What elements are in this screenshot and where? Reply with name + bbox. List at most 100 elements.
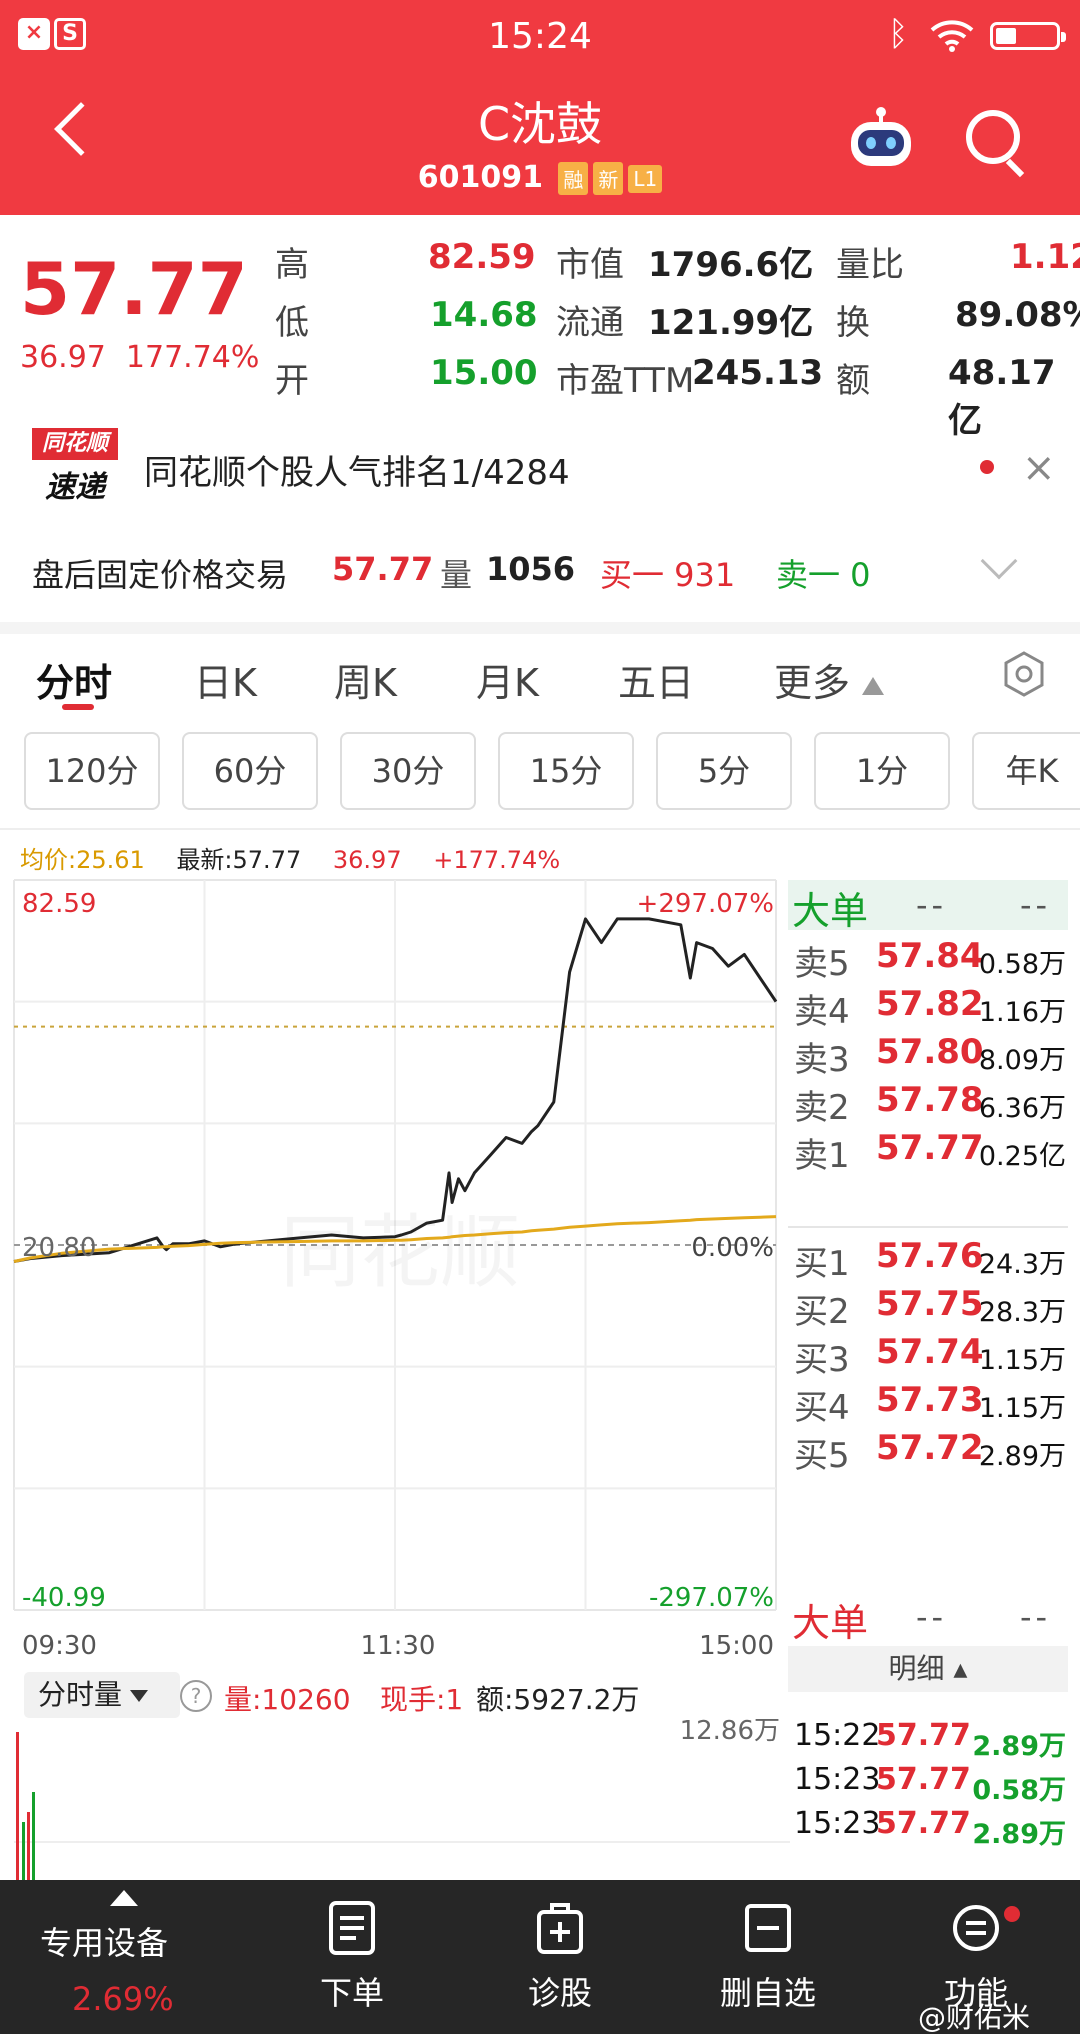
trade-time: 15:23 <box>794 1806 881 1841</box>
watermark-logo: 同花顺 <box>280 1208 520 1297</box>
divider <box>788 1226 1068 1228</box>
trade-volume: 2.89万 <box>972 1819 1066 1850</box>
detail-toggle[interactable]: 明细 ▴ <box>788 1646 1068 1692</box>
nav-diagnose[interactable]: 诊股 <box>460 1880 660 2034</box>
period-1m[interactable]: 1分 <box>814 732 950 810</box>
y-min-label: -40.99 <box>22 1583 106 1613</box>
level-volume: 0.25亿 <box>978 1141 1066 1172</box>
tag-l1: L1 <box>628 164 663 193</box>
period-60m[interactable]: 60分 <box>182 732 318 810</box>
big-order-header[interactable]: 大单 -- -- <box>788 880 1068 933</box>
clock: 15:24 <box>488 16 592 57</box>
period-year-k[interactable]: 年K <box>972 732 1080 810</box>
mcap-label: 市值 <box>556 245 624 285</box>
robot-assistant-icon[interactable] <box>846 104 916 170</box>
pe-label: 市盈TTM <box>556 361 695 401</box>
y-max-label: 82.59 <box>22 889 96 919</box>
level-volume: 1.15万 <box>978 1393 1066 1424</box>
level-label: 买5 <box>794 1436 850 1476</box>
level-volume: 24.3万 <box>978 1249 1066 1280</box>
news-text[interactable]: 同花顺个股人气排名1/4284 <box>144 445 570 494</box>
after-hours-vol: 1056 <box>486 550 576 588</box>
wifi-icon <box>930 20 974 52</box>
turnover-value: 89.08% <box>955 295 1080 335</box>
tab-daily-k[interactable]: 日K <box>194 652 257 707</box>
level-volume: 2.89万 <box>978 1441 1066 1472</box>
tab-monthly-k[interactable]: 月K <box>476 652 539 707</box>
period-5m[interactable]: 5分 <box>656 732 792 810</box>
x-start-label: 09:30 <box>22 1631 97 1661</box>
intraday-chart[interactable]: 同花顺 82.59 20.80 -40.99 +297.07% 0.00% -2… <box>0 870 790 1670</box>
news-banner[interactable]: 同花顺 速递 同花顺个股人气排名1/4284 × <box>0 415 1080 520</box>
divider <box>0 622 1080 634</box>
level-label: 卖3 <box>794 1040 850 1080</box>
level-volume: 0.58万 <box>978 949 1066 980</box>
period-120m[interactable]: 120分 <box>24 732 160 810</box>
big-order-header-2[interactable]: 大单 -- -- <box>788 1592 1068 1645</box>
triangle-up-icon <box>110 1890 138 1906</box>
level-label: 卖4 <box>794 992 850 1032</box>
tab-more[interactable]: 更多 <box>774 652 885 707</box>
after-hours-row[interactable]: 盘后固定价格交易 57.77 量 1056 买一 931 卖一 0 <box>0 520 1080 620</box>
close-icon[interactable]: × <box>1022 445 1056 491</box>
level-price: 57.74 <box>876 1332 984 1372</box>
level-price: 57.80 <box>876 1032 984 1072</box>
pe-value: 245.13 <box>692 353 824 393</box>
trade-row: 15:23 57.77 2.89万 <box>788 1806 1080 1866</box>
after-hours-sell1: 卖一 0 <box>776 556 871 594</box>
after-hours-vol-label: 量 <box>440 556 473 594</box>
level-label: 买4 <box>794 1388 850 1428</box>
float-value: 121.99亿 <box>648 303 814 343</box>
stock-code: 601091 <box>417 160 543 195</box>
trade-volume: 2.89万 <box>972 1731 1066 1762</box>
tab-intraday[interactable]: 分时 <box>36 652 112 707</box>
trade-time: 15:23 <box>794 1762 881 1797</box>
volratio-value: 1.12 <box>1010 237 1080 277</box>
low-label: 低 <box>275 303 309 343</box>
nav-remove-watch[interactable]: 删自选 <box>668 1880 868 2034</box>
sell-level-row[interactable]: 卖1 57.77 0.25亿 <box>788 1128 1080 1188</box>
volratio-label: 量比 <box>836 245 904 285</box>
period-15m[interactable]: 15分 <box>498 732 634 810</box>
after-hours-price: 57.77 <box>332 550 434 588</box>
tag-new: 新 <box>593 162 624 195</box>
period-30m[interactable]: 30分 <box>340 732 476 810</box>
prev-close-label: 20.80 <box>22 1233 96 1263</box>
quote-panel: 57.77 36.97 177.74% 高 82.59 低 14.68 开 15.… <box>0 215 1080 441</box>
help-icon[interactable]: ? <box>180 1680 212 1712</box>
high-label: 高 <box>275 245 309 285</box>
level-label: 卖1 <box>794 1136 850 1176</box>
battery-icon <box>990 22 1066 50</box>
pct-zero-label: 0.00% <box>691 1233 774 1263</box>
level-label: 买3 <box>794 1340 850 1380</box>
volume-panel: 分时量 ? 量:10260 现手:1 额:5927.2万 12.86万 <box>14 1672 790 1882</box>
buy-level-row[interactable]: 买5 57.72 2.89万 <box>788 1428 1080 1488</box>
volume-bar <box>32 1792 35 1882</box>
level-price: 57.77 <box>876 1128 984 1168</box>
trade-price: 57.77 <box>876 1762 971 1797</box>
trade-volume: 0.58万 <box>972 1775 1066 1806</box>
nav-sector[interactable]: 专用设备 2.69% <box>0 1880 200 2034</box>
float-label: 流通 <box>556 303 624 343</box>
ths-express-logo: 同花顺 速递 <box>32 428 118 506</box>
tab-five-day[interactable]: 五日 <box>618 652 694 707</box>
level-volume: 1.15万 <box>978 1345 1066 1376</box>
level-price: 57.84 <box>876 936 984 976</box>
low-value: 14.68 <box>430 295 538 335</box>
period-selector: 120分 60分 30分 15分 5分 1分 年K <box>0 732 1080 818</box>
pct-max-label: +297.07% <box>637 889 774 919</box>
level-volume: 28.3万 <box>978 1297 1066 1328</box>
tab-weekly-k[interactable]: 周K <box>334 652 397 707</box>
level-label: 卖5 <box>794 944 850 984</box>
level-volume: 8.09万 <box>978 1045 1066 1076</box>
level-price: 57.72 <box>876 1428 984 1468</box>
volume-bar <box>22 1822 25 1882</box>
search-icon[interactable] <box>966 110 1020 164</box>
diagnose-kit-icon <box>537 1903 583 1954</box>
trade-time: 15:22 <box>794 1718 881 1753</box>
nav-order[interactable]: 下单 <box>252 1880 452 2034</box>
settings-hex-icon[interactable] <box>1000 650 1048 698</box>
stock-title: C沈鼓 <box>477 97 603 151</box>
price-change: 36.97 177.74% <box>20 340 260 375</box>
last-price: 57.77 <box>20 247 248 331</box>
